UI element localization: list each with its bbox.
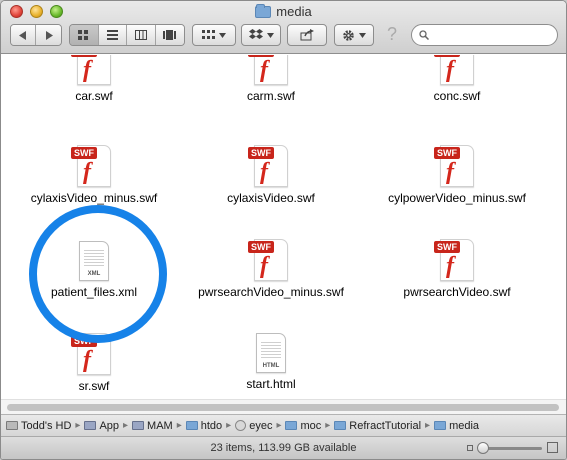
- finder-window: media ? f car.swf f carm.swf f conc.swf …: [0, 0, 567, 460]
- path-item-refracttutorial[interactable]: RefractTutorial: [334, 420, 421, 432]
- forward-arrow-icon: [45, 30, 53, 40]
- titlebar: media ?: [1, 1, 566, 54]
- file-item[interactable]: SWF f cylaxisVideo_minus.swf: [4, 145, 184, 206]
- file-item[interactable]: SWF f pwrsearchVideo.swf: [367, 239, 547, 300]
- path-item-eyec[interactable]: eyec: [235, 420, 272, 432]
- coverflow-view-button[interactable]: [155, 25, 184, 45]
- window-title-text: media: [276, 4, 312, 19]
- file-item[interactable]: SWF f cylpowerVideo_minus.swf: [367, 145, 547, 206]
- list-view-icon: [106, 30, 118, 40]
- path-separator: ▸: [176, 420, 182, 431]
- file-item[interactable]: SWF f pwrsearchVideo_minus.swf: [181, 239, 361, 300]
- share-button[interactable]: [287, 24, 327, 46]
- path-separator: ▸: [425, 420, 431, 431]
- mamp-folder-icon: [132, 421, 145, 430]
- eye-folder-icon: [235, 420, 247, 431]
- forward-button[interactable]: [36, 25, 61, 45]
- path-separator: ▸: [276, 420, 282, 431]
- swf-file-icon: SWFf: [434, 239, 474, 281]
- search-icon: [419, 30, 429, 40]
- file-item[interactable]: SWFf carm.swf: [181, 55, 361, 104]
- file-name: conc.swf: [433, 89, 481, 103]
- swf-file-icon: SWFf: [71, 145, 111, 187]
- coverflow-view-icon: [163, 30, 177, 40]
- folder-icon: [255, 3, 272, 18]
- search-field[interactable]: [411, 24, 558, 46]
- back-button[interactable]: [11, 25, 37, 45]
- icon-view-icon: [78, 30, 89, 40]
- horizontal-scrollbar[interactable]: [1, 399, 566, 414]
- icon-view-button[interactable]: [70, 25, 99, 45]
- chevron-down-icon: [359, 32, 366, 38]
- file-item[interactable]: SWFf car.swf: [4, 55, 184, 104]
- arrange-button[interactable]: [192, 24, 236, 46]
- file-name: cylaxisVideo.swf: [227, 191, 315, 205]
- column-view-icon: [134, 30, 147, 40]
- small-icon-size-icon: [467, 445, 473, 451]
- swf-file-icon: SWFf: [434, 55, 474, 85]
- toolbar: ?: [1, 24, 566, 48]
- action-button[interactable]: [334, 24, 374, 46]
- icon-size-slider-knob[interactable]: [477, 442, 489, 454]
- swf-file-icon: SWFf: [434, 145, 474, 187]
- swf-file-icon: SWFf: [248, 239, 288, 281]
- dropbox-icon: [248, 29, 263, 39]
- status-bar: 23 items, 113.99 GB available: [1, 436, 566, 459]
- file-name: car.swf: [75, 89, 113, 103]
- hard-drive-icon: [6, 421, 18, 430]
- large-icon-size-icon: [547, 442, 558, 453]
- swf-file-icon: SWFf: [248, 145, 288, 187]
- swf-file-icon: SWFf: [71, 55, 111, 85]
- file-name: cylpowerVideo_minus.swf: [388, 191, 526, 205]
- dropbox-button[interactable]: [241, 24, 281, 46]
- path-bar: Todd's HD ▸ App ▸ MAM ▸ htdo ▸ eyec ▸ mo…: [1, 414, 566, 436]
- arrange-grid-icon: [202, 30, 215, 39]
- file-name: sr.swf: [78, 379, 110, 393]
- file-item[interactable]: HTML start.html: [181, 333, 361, 392]
- path-separator: ▸: [123, 420, 129, 431]
- file-name: pwrsearchVideo_minus.swf: [198, 285, 344, 299]
- html-file-icon: HTML: [256, 333, 286, 373]
- chevron-down-icon: [219, 32, 226, 38]
- search-input[interactable]: [433, 28, 543, 42]
- path-separator: ▸: [226, 420, 232, 431]
- help-icon[interactable]: ?: [387, 24, 397, 45]
- list-view-button[interactable]: [98, 25, 127, 45]
- file-name: pwrsearchVideo.swf: [403, 285, 511, 299]
- folder-icon: [334, 421, 347, 430]
- applications-folder-icon: [84, 421, 97, 430]
- folder-icon: [285, 421, 298, 430]
- file-item[interactable]: SWFf conc.swf: [367, 55, 547, 104]
- highlight-circle: [29, 205, 167, 343]
- back-forward-control: [10, 24, 62, 46]
- scrollbar-thumb[interactable]: [7, 404, 559, 411]
- window-title: media: [1, 3, 566, 19]
- path-item-media[interactable]: media: [434, 420, 479, 432]
- path-item-moc[interactable]: moc: [285, 420, 321, 432]
- file-item[interactable]: SWF f cylaxisVideo.swf: [181, 145, 361, 206]
- folder-icon: [185, 421, 198, 430]
- path-item-hd[interactable]: Todd's HD: [6, 420, 71, 432]
- folder-icon: [434, 421, 447, 430]
- path-item-app[interactable]: App: [84, 420, 119, 432]
- path-item-mam[interactable]: MAM: [132, 420, 173, 432]
- icon-size-slider[interactable]: [480, 447, 542, 450]
- file-grid: SWFf car.swf SWFf carm.swf SWFf conc.swf…: [1, 55, 566, 399]
- file-name: carm.swf: [247, 89, 295, 103]
- gear-icon: [343, 29, 354, 41]
- chevron-down-icon: [266, 32, 274, 38]
- swf-file-icon: SWFf: [248, 55, 288, 85]
- path-separator: ▸: [325, 420, 331, 431]
- path-separator: ▸: [75, 420, 81, 431]
- share-icon: [300, 29, 314, 41]
- view-mode-control: [69, 24, 185, 46]
- path-item-htdocs[interactable]: htdo: [185, 420, 222, 432]
- file-name: cylaxisVideo_minus.swf: [30, 191, 158, 205]
- back-arrow-icon: [19, 30, 26, 40]
- file-name: start.html: [246, 377, 296, 391]
- column-view-button[interactable]: [127, 25, 156, 45]
